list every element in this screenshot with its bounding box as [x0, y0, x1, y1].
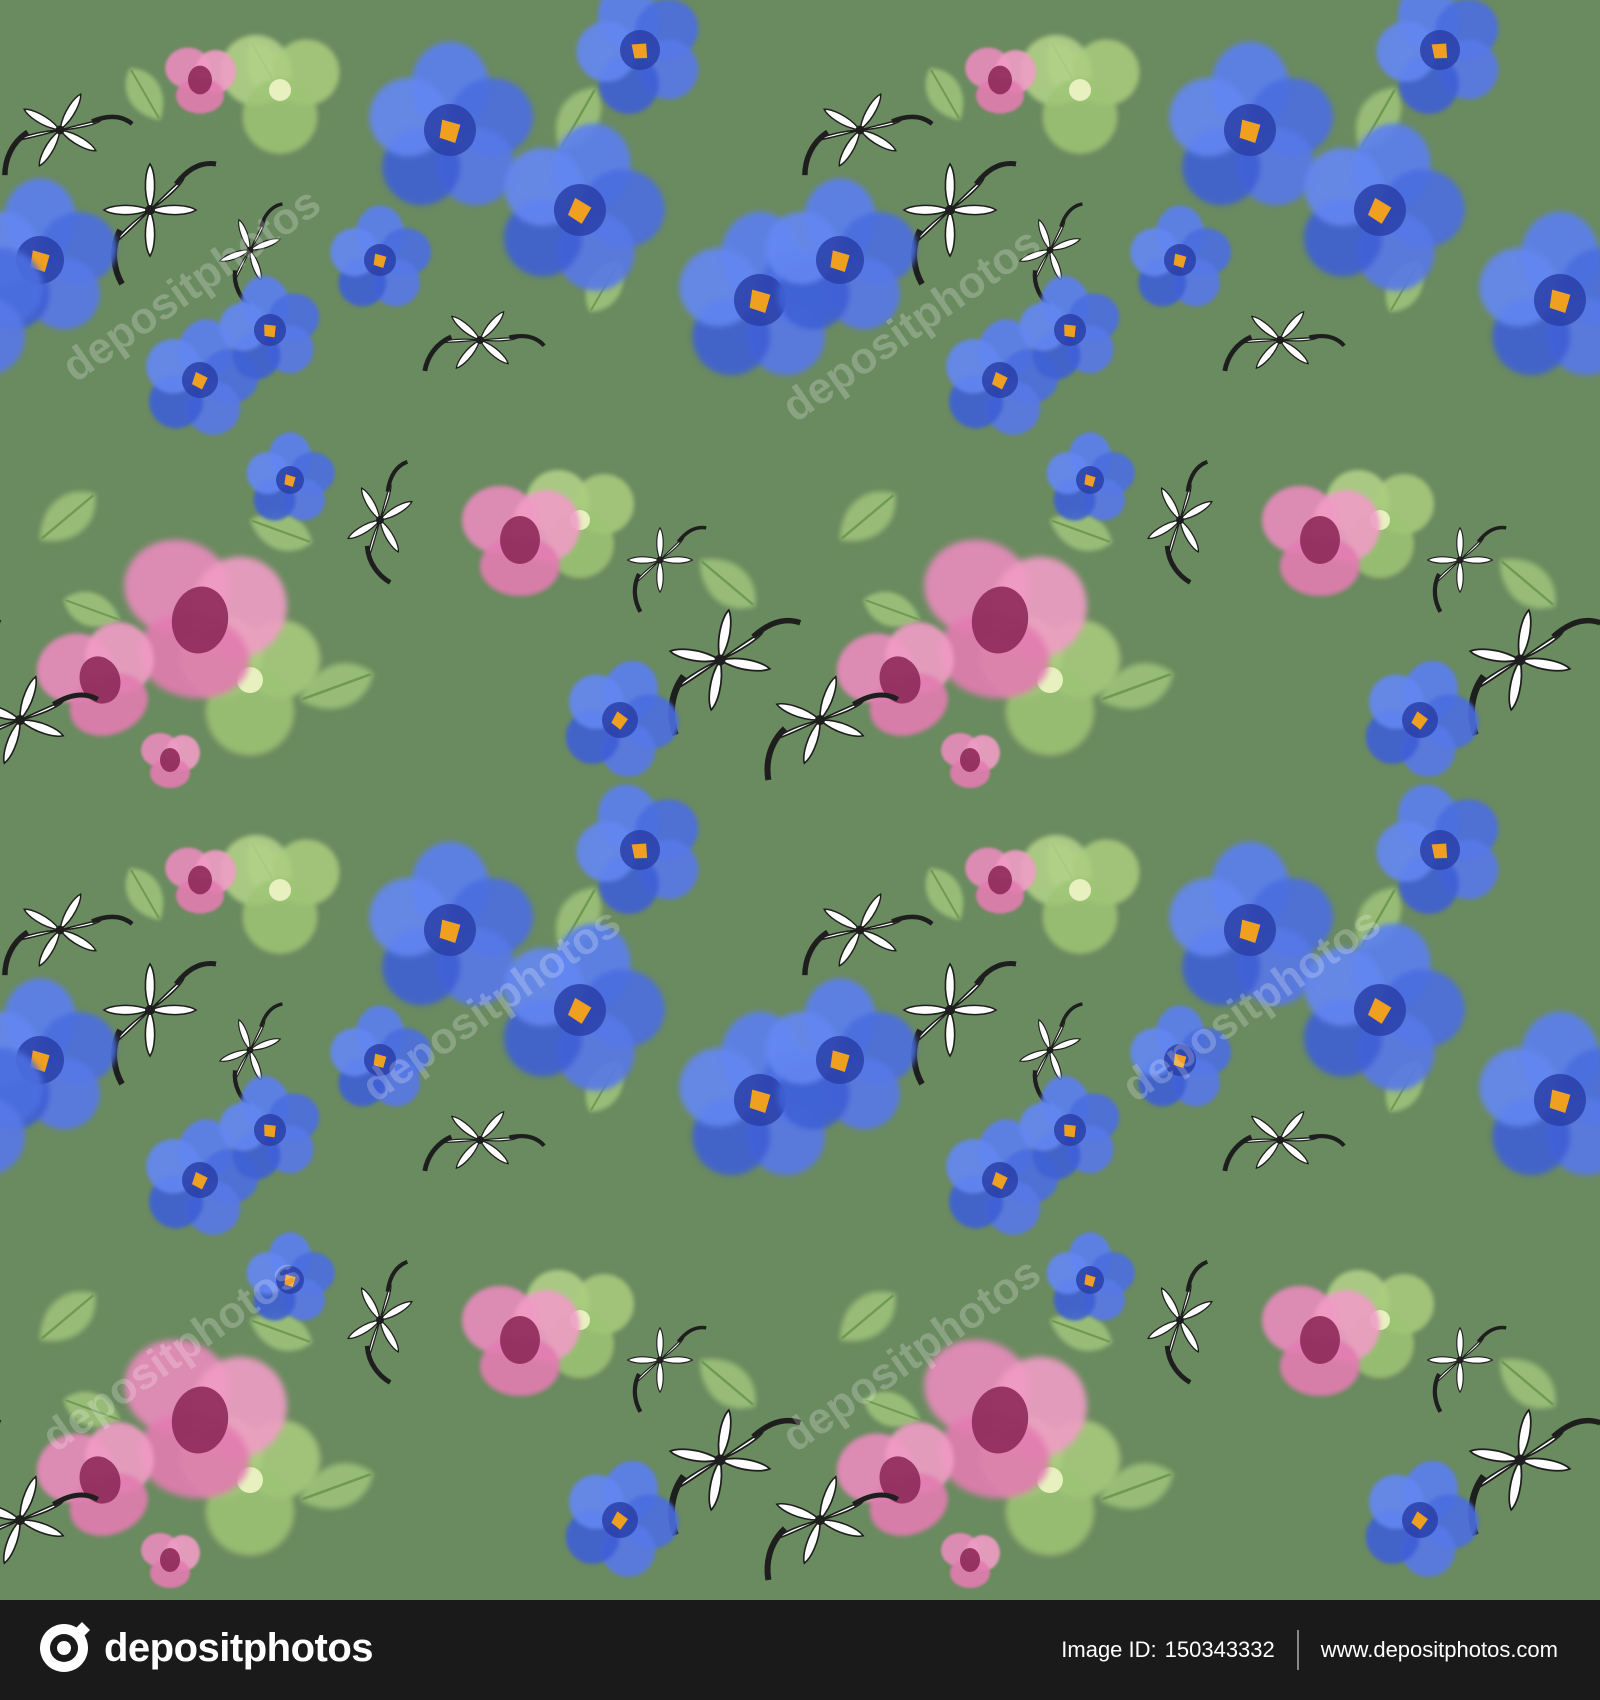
meta-divider: [1296, 1630, 1299, 1670]
image-meta: Image ID: 150343332 www.depositphotos.co…: [1061, 1630, 1558, 1670]
brand-name: depositphotos: [104, 1625, 374, 1670]
image-id-value: 150343332: [1164, 1637, 1275, 1662]
floral-pattern-image: depositphotos depositphotos depositphoto…: [0, 0, 1600, 1600]
image-id-label: Image ID:: [1061, 1637, 1157, 1662]
brand[interactable]: depositphotos: [38, 1622, 374, 1674]
footer-bar: depositphotos Image ID: 150343332 www.de…: [0, 1600, 1600, 1700]
site-url[interactable]: www.depositphotos.com: [1321, 1637, 1558, 1663]
floral-pattern-canvas: [0, 0, 1600, 1600]
depositphotos-logo-icon: [40, 1622, 90, 1672]
